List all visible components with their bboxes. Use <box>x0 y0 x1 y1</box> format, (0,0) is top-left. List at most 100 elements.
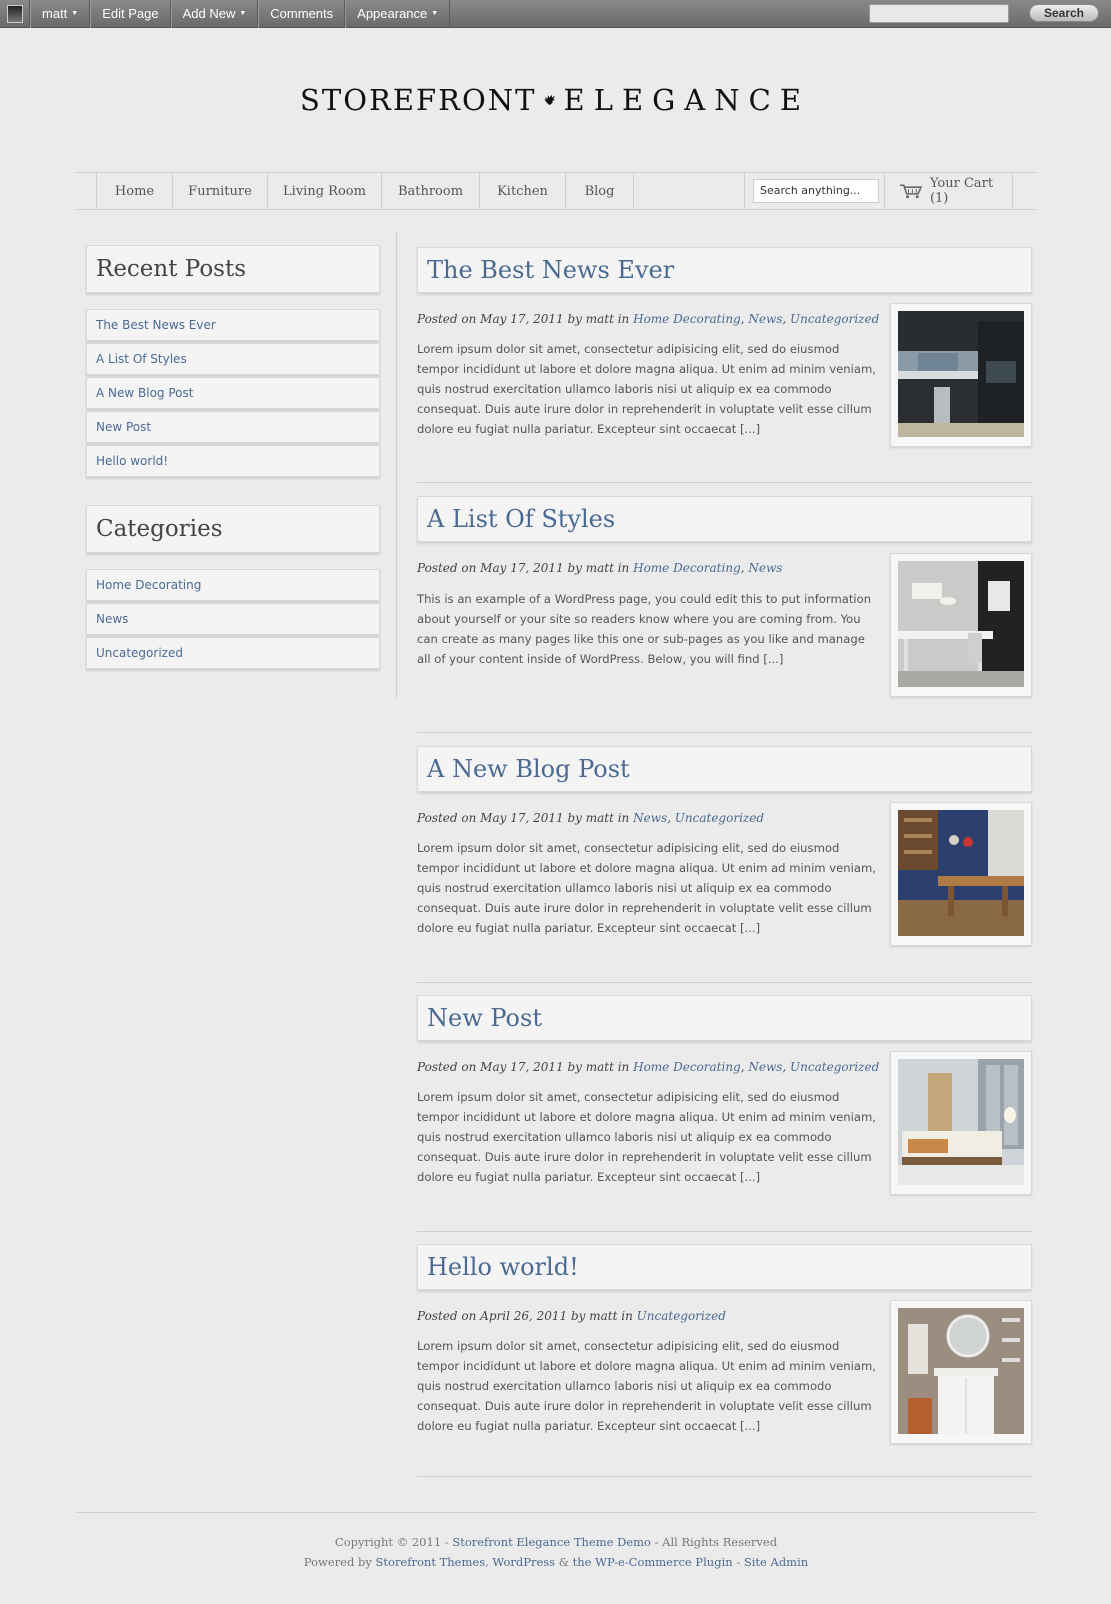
post-thumbnail[interactable] <box>890 802 1032 946</box>
main-nav: Home Furniture Living Room Bathroom Kitc… <box>76 172 1036 210</box>
sidebar-link-label: Home Decorating <box>96 578 202 592</box>
footer-copyright: Copyright © 2011 - Storefront Elegance T… <box>76 1535 1036 1549</box>
cart-link[interactable]: Your Cart (1) <box>885 173 1013 209</box>
post-title-link[interactable]: New Post <box>427 1004 542 1032</box>
sidebar-recent-link-0[interactable]: The Best News Ever <box>86 309 380 341</box>
post-thumbnail[interactable] <box>890 1300 1032 1444</box>
admin-bar: matt ▼ Edit Page Add New ▼ Comments Appear… <box>0 0 1111 28</box>
sidebar-link-label: The Best News Ever <box>96 318 216 332</box>
caret-down-icon: ▼ <box>71 10 79 17</box>
post-title-box: Hello world! <box>417 1244 1032 1290</box>
wp-ecommerce-link[interactable]: the WP-e-Commerce Plugin <box>573 1555 733 1569</box>
post-separator <box>417 1231 1032 1232</box>
post-title-link[interactable]: The Best News Ever <box>427 256 674 284</box>
post-meta-text: Posted on April 26, 2011 by matt in <box>417 1309 633 1323</box>
nav-item-living-room[interactable]: Living Room <box>268 173 382 209</box>
add-new-menu[interactable]: Add New ▼ <box>170 0 259 28</box>
sidebar-link-label: A New Blog Post <box>96 386 194 400</box>
category-link[interactable]: News <box>748 1060 782 1074</box>
sidebar-recent-link-1[interactable]: A List Of Styles <box>86 343 380 375</box>
post-title-box: A List Of Styles <box>417 496 1032 542</box>
footer-text: & <box>558 1555 569 1569</box>
site-admin-link[interactable]: Site Admin <box>744 1555 808 1569</box>
post-meta: Posted on May 17, 2011 by matt in Home D… <box>417 561 783 575</box>
nav-search-wrap: Search anything... <box>744 173 885 209</box>
wordpress-link[interactable]: WordPress <box>492 1555 555 1569</box>
dining-room-image <box>898 810 1024 936</box>
post-meta: Posted on May 17, 2011 by matt in Home D… <box>417 312 880 326</box>
category-link[interactable]: Uncategorized <box>675 811 764 825</box>
category-link[interactable]: Uncategorized <box>790 1060 879 1074</box>
site-logo[interactable]: STOREFRONT ELEGANCE <box>300 60 810 140</box>
admin-search-button[interactable]: Search <box>1029 4 1099 22</box>
comments-link[interactable]: Comments <box>258 0 346 28</box>
edit-page-label: Edit Page <box>102 6 159 21</box>
admin-user-label: matt <box>42 6 68 21</box>
sidebar-category-link-2[interactable]: Uncategorized <box>86 637 380 669</box>
category-link[interactable]: News <box>748 561 782 575</box>
sidebar-link-label: New Post <box>96 420 152 434</box>
category-link[interactable]: Home Decorating <box>633 1060 741 1074</box>
edit-page-link[interactable]: Edit Page <box>90 0 171 28</box>
nav-item-blog[interactable]: Blog <box>566 173 634 209</box>
post-meta-text: Posted on May 17, 2011 by matt in <box>417 1060 630 1074</box>
post-thumbnail[interactable] <box>890 553 1032 697</box>
category-link[interactable]: Home Decorating <box>633 561 741 575</box>
nav-item-kitchen[interactable]: Kitchen <box>480 173 566 209</box>
post-thumbnail[interactable] <box>890 1051 1032 1195</box>
recent-posts-title-box: Recent Posts <box>86 245 380 293</box>
avatar[interactable] <box>0 0 30 28</box>
sidebar-link-label: News <box>96 612 129 626</box>
cart-label: Your Cart (1) <box>929 176 994 206</box>
post-title-link[interactable]: A List Of Styles <box>427 505 615 533</box>
cart-icon <box>899 184 922 199</box>
category-link[interactable]: News <box>633 811 667 825</box>
footer-text: - <box>736 1555 741 1569</box>
footer-text: - All Rights Reserved <box>654 1535 778 1549</box>
post-meta: Posted on May 17, 2011 by matt in News, … <box>417 811 765 825</box>
logo-text-right: ELEGANCE <box>563 83 810 117</box>
post-title-link[interactable]: Hello world! <box>427 1253 579 1281</box>
nav-item-furniture[interactable]: Furniture <box>173 173 268 209</box>
post-meta-text: Posted on May 17, 2011 by matt in <box>417 312 630 326</box>
footer-text: , <box>485 1555 489 1569</box>
post-separator <box>417 482 1032 483</box>
add-new-label: Add New <box>182 6 236 21</box>
nav-item-bathroom[interactable]: Bathroom <box>382 173 480 209</box>
sidebar-recent-link-3[interactable]: New Post <box>86 411 380 443</box>
sidebar-recent-link-2[interactable]: A New Blog Post <box>86 377 380 409</box>
post-meta: Posted on May 17, 2011 by matt in Home D… <box>417 1060 880 1074</box>
sidebar-recent-link-4[interactable]: Hello world! <box>86 445 380 477</box>
bathroom-image <box>898 1308 1024 1434</box>
admin-user-menu[interactable]: matt ▼ <box>30 0 91 28</box>
category-link[interactable]: Uncategorized <box>637 1309 726 1323</box>
post-meta: Posted on April 26, 2011 by matt in Unca… <box>417 1309 877 1323</box>
sidebar-category-link-0[interactable]: Home Decorating <box>86 569 380 601</box>
post-separator <box>417 982 1032 983</box>
post-excerpt: Lorem ipsum dolor sit amet, consectetur … <box>417 1339 876 1433</box>
post-title-link[interactable]: A New Blog Post <box>427 755 630 783</box>
post-meta-text: Posted on May 17, 2011 by matt in <box>417 561 630 575</box>
category-link[interactable]: Home Decorating <box>633 312 741 326</box>
home-office-image <box>898 561 1024 687</box>
post-thumbnail[interactable] <box>890 303 1032 447</box>
appearance-menu[interactable]: Appearance ▼ <box>345 0 451 28</box>
category-link[interactable]: Uncategorized <box>790 312 879 326</box>
footer-text: Copyright © 2011 - <box>334 1535 449 1549</box>
sidebar-category-link-1[interactable]: News <box>86 603 380 635</box>
column-divider <box>396 232 397 698</box>
footer-text: Powered by <box>303 1555 372 1569</box>
sidebar-link-label: Uncategorized <box>96 646 183 660</box>
sidebar-link-label: A List Of Styles <box>96 352 187 366</box>
category-link[interactable]: News <box>748 312 782 326</box>
storefront-themes-link[interactable]: Storefront Themes <box>376 1555 486 1569</box>
nav-item-home[interactable]: Home <box>97 173 173 209</box>
comments-label: Comments <box>270 6 334 21</box>
post-title-box: A New Blog Post <box>417 746 1032 792</box>
theme-demo-link[interactable]: Storefront Elegance Theme Demo <box>452 1535 651 1549</box>
categories-heading: Categories <box>96 516 223 542</box>
post-title-box: New Post <box>417 995 1032 1041</box>
post-title-box: The Best News Ever <box>417 247 1032 293</box>
search-input[interactable]: Search anything... <box>753 179 879 203</box>
admin-search-input[interactable] <box>869 4 1009 23</box>
